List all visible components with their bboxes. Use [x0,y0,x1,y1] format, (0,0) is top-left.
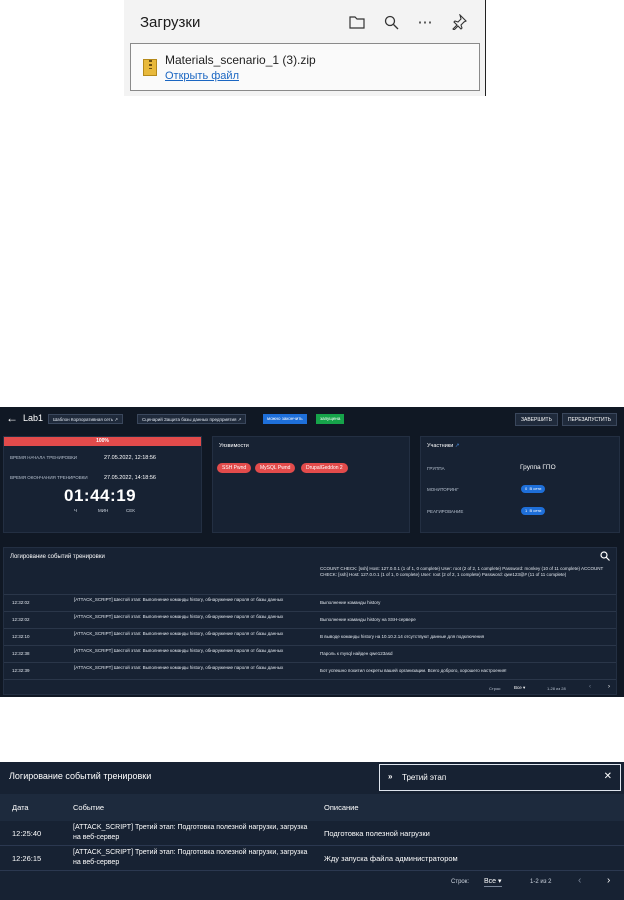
row-time: 12:32:39 [12,668,30,673]
restart-button[interactable]: ПЕРЕЗАПУСТИТЬ [562,413,617,426]
lab-title: Lab1 [23,413,44,423]
vuln-badge-mysql: MySQL Pwnd [255,463,296,473]
row-event: [ATTACK_SCRIPT] Шестой этап: Выполнение … [74,631,284,636]
pagination-range: 1-2 из 2 [530,879,552,885]
response-status-pill: 1 В сети [521,507,546,515]
row-event: [ATTACK_SCRIPT] Шестой этап: Выполнение … [74,597,284,602]
row-desc: Пароль к mysql найден qwe123asd [320,651,393,656]
vuln-badge-ssh: SSH Pwnd [217,463,252,473]
double-chevron-icon: » [388,772,393,781]
search-icon[interactable] [600,551,610,563]
seconds-unit: СЕК [126,508,135,513]
row-time: 12:32:02 [12,617,30,622]
row-event: [ATTACK_SCRIPT] Третий этап: Подготовка … [73,849,308,866]
start-time-label: ВРЕМЯ НАЧАЛА ТРЕНИРОВКИ [10,455,77,460]
template-tag[interactable]: Шаблон Корпоративная сеть ↗ [48,414,124,424]
download-item[interactable]: Materials_scenario_1 (3).zip Открыть фай… [130,43,480,91]
folder-icon[interactable] [347,12,367,32]
prev-page-icon[interactable]: ‹ [589,684,591,690]
hours-unit: Ч [74,508,77,513]
search-icon[interactable] [381,12,401,32]
can-finish-badge: можно закончить [263,414,307,424]
scenario-tag[interactable]: Сценарий Защита базы данных предприятия … [137,414,247,424]
finish-button[interactable]: ЗАВЕРШИТЬ [515,413,558,426]
vulnerabilities-title: Уязвимости [219,443,249,449]
table-header: Дата Событие Описание [0,794,624,821]
filter-chip[interactable]: » Третий этап ✕ [379,764,621,791]
filter-text: Третий этап [402,773,447,782]
status-card: 100% ВРЕМЯ НАЧАЛА ТРЕНИРОВКИ 27.05.2022,… [3,436,202,533]
table-row[interactable]: 12:26:15 [ATTACK_SCRIPT] Третий этап: По… [0,846,624,871]
close-icon[interactable]: ✕ [604,771,612,782]
top-bar: ← Lab1 Шаблон Корпоративная сеть ↗ Сцена… [0,407,624,431]
table-row[interactable]: 12:32:02 [ATTACK_SCRIPT] Шестой этап: Вы… [4,611,616,628]
log-footer: Строк: Все ▾ 1-28 из 28 ‹ › [4,679,616,695]
downloads-popup: Загрузки ⋯ Materials_scenario_1 (3).zip … [124,0,486,96]
row-desc: Выполнение команды history [320,600,381,605]
open-file-link[interactable]: Открыть файл [165,70,239,82]
response-label: РЕАГИРОВАНИЕ [427,509,464,514]
start-time-value: 27.05.2022, 12:18:56 [104,455,156,461]
column-date[interactable]: Дата [12,803,29,812]
monitoring-status-pill: 0 В сети [521,485,546,493]
row-event: [ATTACK_SCRIPT] Шестой этап: Выполнение … [74,648,284,653]
participants-card: Участники ↗ ГРУППА Группа ГПО МОНИТОРИНГ… [420,436,620,533]
row-desc: В выводе команды history на 10.10.2.14 о… [320,634,485,639]
progress-bar: 100% [4,437,201,446]
row-time: 12:32:38 [12,651,30,656]
training-dashboard: ← Lab1 Шаблон Корпоративная сеть ↗ Сцена… [0,407,624,697]
table-row[interactable]: 12:32:02 [ATTACK_SCRIPT] Шестой этап: Вы… [4,594,616,611]
rows-per-page-select[interactable]: Все ▾ [514,685,525,691]
table-row[interactable]: 12:32:10 [ATTACK_SCRIPT] Шестой этап: Вы… [4,628,616,645]
participants-title[interactable]: Участники ↗ [427,443,459,449]
download-filename: Materials_scenario_1 (3).zip [165,53,316,67]
event-log-title: Логирование событий тренировки [9,771,152,781]
vuln-badge-drupal: DrupalGeddon 2 [301,463,348,473]
row-time: 12:25:40 [12,829,42,838]
end-time-value: 27.05.2022, 14:18:56 [104,475,156,481]
event-log-card: Логирование событий тренировки CCOUNT CH… [3,547,617,695]
pin-icon[interactable] [449,12,469,32]
monitoring-label: МОНИТОРИНГ [427,487,459,492]
next-page-icon[interactable]: › [607,875,610,886]
row-event: [ATTACK_SCRIPT] Третий этап: Подготовка … [73,824,308,841]
row-desc: Бот успешно похитил секреты вашей органи… [320,668,507,673]
table-row[interactable]: 12:32:39 [ATTACK_SCRIPT] Шестой этап: Вы… [4,662,616,679]
row-time: 12:32:02 [12,600,30,605]
column-description[interactable]: Описание [324,803,359,812]
rows-per-page-label: Строк: [451,879,470,885]
minutes-unit: МИН [98,508,109,513]
elapsed-timer: 01:44:19 [64,486,137,505]
end-time-label: ВРЕМЯ ОКОНЧАНИЯ ТРЕНИРОВКИ [10,475,88,480]
row-desc: Подготовка полезной нагрузки [324,829,430,838]
event-log-title: Логирование событий тренировки [10,554,105,560]
row-desc: Выполнение команды history на SSH-сервер… [320,617,416,622]
column-event[interactable]: Событие [73,803,104,812]
rows-per-page-label: Строк: [489,686,502,691]
row-desc: Жду запуска файла администратором [324,854,458,863]
log-first-desc: CCOUNT CHECK: [ssh] Host: 127.0.0.1 (1 o… [320,566,604,577]
table-row[interactable]: 12:25:40 [ATTACK_SCRIPT] Третий этап: По… [0,821,624,846]
row-time: 12:26:15 [12,854,42,863]
prev-page-icon[interactable]: ‹ [578,875,581,886]
running-badge: запущена [316,414,345,424]
group-value: Группа ГПО [520,464,556,471]
vulnerabilities-card: Уязвимости SSH Pwnd MySQL Pwnd DrupalGed… [212,436,410,533]
downloads-title: Загрузки [140,14,201,31]
pagination-range: 1-28 из 28 [547,686,566,691]
row-time: 12:32:10 [12,634,30,639]
row-event: [ATTACK_SCRIPT] Шестой этап: Выполнение … [74,614,284,619]
row-event: [ATTACK_SCRIPT] Шестой этап: Выполнение … [74,665,284,670]
rows-per-page-select[interactable]: Все ▾ [484,877,502,887]
event-log-panel: Логирование событий тренировки » Третий … [0,762,624,900]
more-icon[interactable]: ⋯ [415,12,435,32]
next-page-icon[interactable]: › [608,684,610,690]
zip-file-icon [143,59,157,76]
group-label: ГРУППА [427,466,445,471]
back-arrow-icon[interactable]: ← [6,411,18,425]
table-row[interactable]: 12:32:38 [ATTACK_SCRIPT] Шестой этап: Вы… [4,645,616,662]
